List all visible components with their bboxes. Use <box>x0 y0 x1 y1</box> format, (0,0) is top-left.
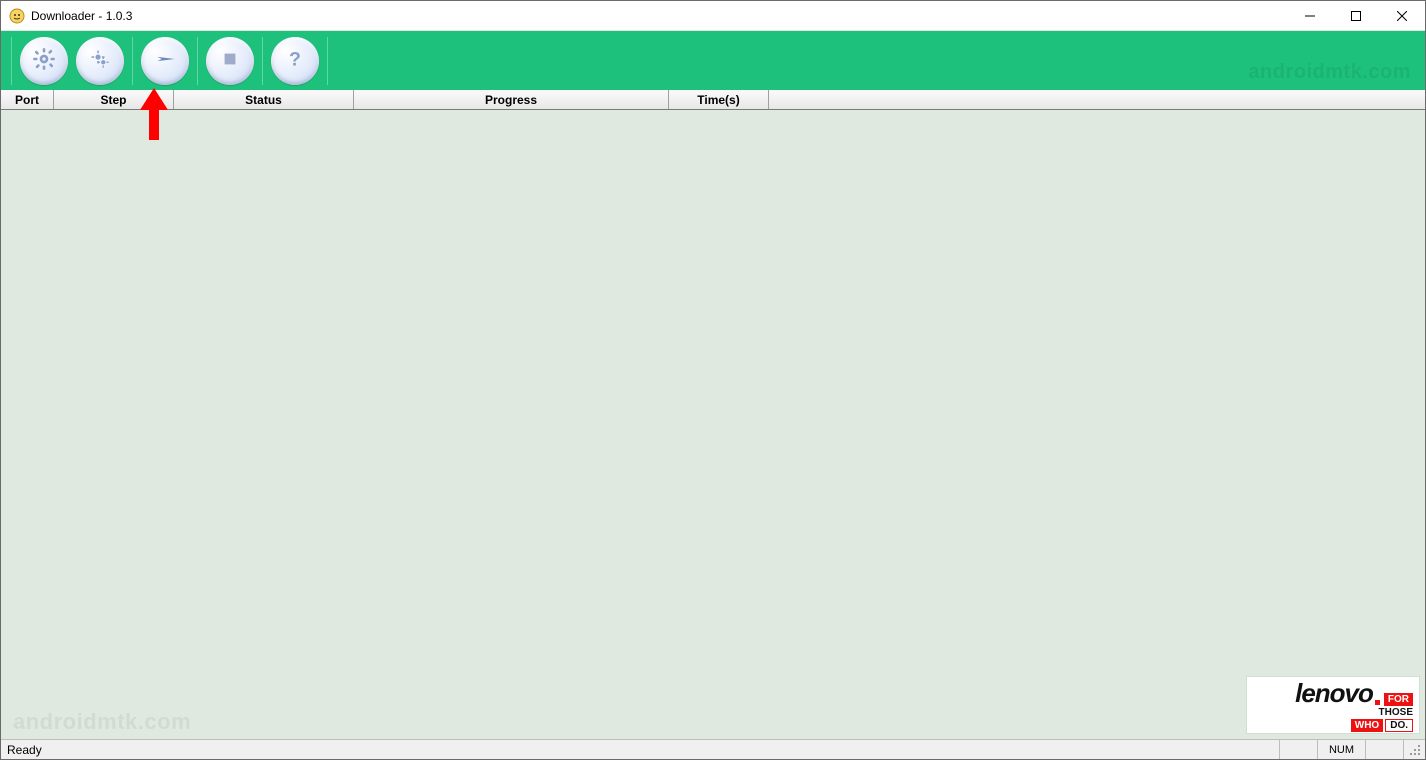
statusbar-pane-empty-2 <box>1365 740 1403 759</box>
statusbar-num-indicator: NUM <box>1317 740 1365 759</box>
lenovo-who-text: WHO <box>1351 719 1383 732</box>
maximize-button[interactable] <box>1333 1 1379 31</box>
header-progress[interactable]: Progress <box>354 90 669 109</box>
help-button[interactable]: ? <box>271 37 319 85</box>
close-button[interactable] <box>1379 1 1425 31</box>
content-area: androidmtk.com lenovo FOR THOSE WHO DO. <box>1 110 1425 739</box>
statusbar: Ready NUM <box>1 739 1425 759</box>
statusbar-pane-empty <box>1279 740 1317 759</box>
window-title: Downloader - 1.0.3 <box>31 9 132 23</box>
toolbar-separator <box>327 37 328 85</box>
lenovo-for-text: FOR <box>1384 693 1413 706</box>
header-status[interactable]: Status <box>174 90 354 109</box>
question-icon: ? <box>282 46 308 75</box>
play-icon <box>152 46 178 75</box>
watermark-bottom: androidmtk.com <box>13 709 191 735</box>
toolbar-separator <box>262 37 263 85</box>
table-header-row: Port Step Status Progress Time(s) <box>1 90 1425 110</box>
application-window: Downloader - 1.0.3 <box>0 0 1426 760</box>
start-play-button[interactable] <box>141 37 189 85</box>
app-icon <box>9 8 25 24</box>
gear-icon <box>31 46 57 75</box>
resize-grip[interactable] <box>1403 740 1425 759</box>
header-times[interactable]: Time(s) <box>669 90 769 109</box>
settings-gear-button[interactable] <box>20 37 68 85</box>
lenovo-dot <box>1375 700 1380 705</box>
double-gear-icon <box>87 46 113 75</box>
toolbar-separator <box>132 37 133 85</box>
titlebar: Downloader - 1.0.3 <box>1 1 1425 31</box>
toolbar-separator <box>197 37 198 85</box>
header-fill <box>769 90 1425 109</box>
toolbar-separator <box>11 37 12 85</box>
stop-button[interactable] <box>206 37 254 85</box>
minimize-button[interactable] <box>1287 1 1333 31</box>
lenovo-do-text: DO. <box>1385 719 1413 732</box>
lenovo-badge: lenovo FOR THOSE WHO DO. <box>1247 677 1419 733</box>
header-port[interactable]: Port <box>1 90 54 109</box>
status-text: Ready <box>1 743 42 757</box>
settings-double-gear-button[interactable] <box>76 37 124 85</box>
lenovo-brand-text: lenovo <box>1295 678 1373 709</box>
lenovo-those-text: THOSE <box>1379 707 1413 718</box>
svg-text:?: ? <box>289 49 301 71</box>
header-step[interactable]: Step <box>54 90 174 109</box>
toolbar: ? androidmtk.com <box>1 31 1425 90</box>
watermark-top: androidmtk.com <box>1248 61 1411 84</box>
stop-icon <box>217 46 243 75</box>
